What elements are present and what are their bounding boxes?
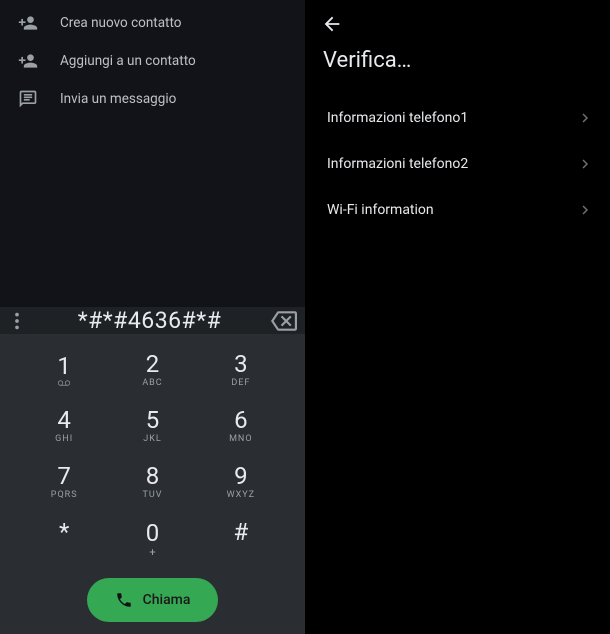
back-arrow-icon[interactable] <box>321 13 343 35</box>
backspace-icon[interactable] <box>271 308 297 334</box>
key-3[interactable]: 3 DEF <box>197 344 285 396</box>
key-plus: + <box>149 546 155 557</box>
action-label: Invia un messaggio <box>60 91 176 107</box>
settings-list: Informazioni telefono1 Informazioni tele… <box>305 95 610 233</box>
key-hash[interactable]: # <box>197 512 285 564</box>
voicemail-icon <box>58 379 70 387</box>
phone-icon <box>115 591 133 609</box>
key-1[interactable]: 1 <box>20 344 108 396</box>
page-title: Verifica… <box>305 42 610 95</box>
key-8[interactable]: 8 TUV <box>108 456 196 508</box>
key-letters: GHI <box>55 434 73 445</box>
key-digit: # <box>233 518 248 546</box>
action-label: Crea nuovo contatto <box>60 15 181 31</box>
key-letters: DEF <box>231 378 250 389</box>
key-letters: TUV <box>143 490 163 501</box>
dialed-number: *#*#4636#*# <box>28 307 271 334</box>
back-row <box>305 0 610 42</box>
dialer-input-bar: *#*#4636#*# <box>0 307 305 334</box>
add-to-contact-item[interactable]: Aggiungi a un contatto <box>0 42 305 80</box>
call-label: Chiama <box>143 592 191 608</box>
key-star[interactable]: * <box>20 512 108 564</box>
chevron-right-icon <box>580 205 590 215</box>
key-9[interactable]: 9 WXYZ <box>197 456 285 508</box>
phone-info-2-item[interactable]: Informazioni telefono2 <box>309 141 606 187</box>
chevron-right-icon <box>580 113 590 123</box>
settings-label: Wi-Fi information <box>327 202 580 218</box>
key-2[interactable]: 2 ABC <box>108 344 196 396</box>
person-add-icon <box>18 51 38 71</box>
key-letters: MNO <box>229 434 252 445</box>
key-7[interactable]: 7 PQRS <box>20 456 108 508</box>
contact-actions: Crea nuovo contatto Aggiungi a un contat… <box>0 0 305 307</box>
settings-label: Informazioni telefono1 <box>327 110 580 126</box>
key-digit: 1 <box>57 353 71 379</box>
key-letters: JKL <box>143 434 161 445</box>
dialer-pane: Crea nuovo contatto Aggiungi a un contat… <box>0 0 305 618</box>
call-row: Chiama <box>0 572 305 634</box>
dial-keypad: 1 2 ABC 3 DEF 4 GHI 5 JKL 6 MNO 7 PQRS 8 <box>0 334 305 572</box>
key-digit: 5 <box>146 407 160 433</box>
phone-info-1-item[interactable]: Informazioni telefono1 <box>309 95 606 141</box>
key-digit: 0 <box>146 520 160 546</box>
action-label: Aggiungi a un contatto <box>60 53 196 69</box>
key-6[interactable]: 6 MNO <box>197 400 285 452</box>
send-message-item[interactable]: Invia un messaggio <box>0 80 305 118</box>
person-add-icon <box>18 13 38 33</box>
chevron-right-icon <box>580 159 590 169</box>
key-digit: * <box>59 518 69 546</box>
message-icon <box>18 89 38 109</box>
more-vert-icon[interactable] <box>6 310 28 332</box>
key-5[interactable]: 5 JKL <box>108 400 196 452</box>
call-button[interactable]: Chiama <box>87 578 219 622</box>
key-digit: 2 <box>146 351 160 377</box>
key-0[interactable]: 0 + <box>108 512 196 564</box>
key-letters: ABC <box>142 378 162 389</box>
key-letters: WXYZ <box>227 490 255 501</box>
key-digit: 4 <box>57 407 71 433</box>
settings-label: Informazioni telefono2 <box>327 156 580 172</box>
key-letters: PQRS <box>51 490 78 501</box>
key-digit: 6 <box>234 407 248 433</box>
wifi-info-item[interactable]: Wi-Fi information <box>309 187 606 233</box>
key-digit: 9 <box>234 463 248 489</box>
key-digit: 8 <box>146 463 160 489</box>
key-digit: 3 <box>234 351 248 377</box>
key-4[interactable]: 4 GHI <box>20 400 108 452</box>
testing-pane: Verifica… Informazioni telefono1 Informa… <box>305 0 610 618</box>
key-digit: 7 <box>57 463 71 489</box>
create-contact-item[interactable]: Crea nuovo contatto <box>0 4 305 42</box>
